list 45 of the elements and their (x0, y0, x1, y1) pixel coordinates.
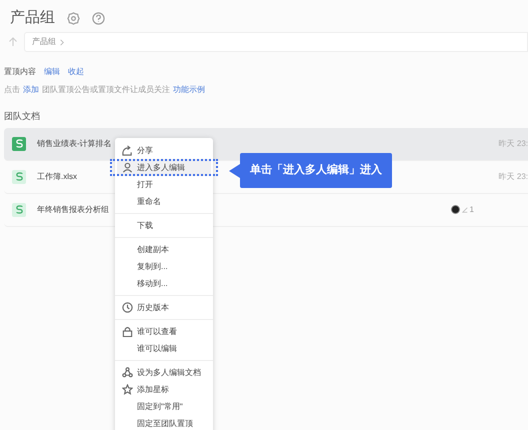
user-icon (122, 162, 133, 173)
file-name: 工作簿.xlsx (37, 170, 77, 182)
menu-item[interactable]: 谁可以编辑 (117, 340, 211, 357)
lock-icon (122, 326, 133, 337)
spreadsheet-icon (12, 170, 26, 184)
menu-item[interactable]: 重命名 (117, 193, 211, 210)
menu-item[interactable]: 设为多人编辑文档 (117, 364, 211, 381)
share-icon (122, 145, 133, 156)
file-name: 年终销售报表分析组 (37, 204, 109, 216)
action-link[interactable]: 编辑 (44, 66, 60, 78)
editor-count: 1 (470, 204, 474, 216)
menu-item[interactable]: 谁可以查看 (117, 323, 211, 340)
star-icon (122, 384, 133, 395)
action-link[interactable]: 收起 (68, 66, 84, 78)
breadcrumb-link[interactable]: 产品组 (32, 36, 56, 48)
callout-text: 单击「进入多人编辑」进入 (250, 162, 382, 178)
menu-item[interactable]: 移动到... (117, 275, 211, 292)
menu-item[interactable]: 打开 (117, 176, 211, 193)
modified-time: 昨天 23: (498, 138, 528, 150)
page-title: 产品组 (10, 8, 55, 28)
menu-item[interactable]: 固定至团队置顶 (117, 415, 211, 430)
menu-item[interactable]: 复制到... (117, 258, 211, 275)
section-title: 团队文档 (3, 110, 41, 123)
clock-icon (122, 302, 133, 313)
demo-link[interactable]: 功能示例 (173, 84, 205, 96)
spreadsheet-icon (12, 136, 26, 150)
help-icon[interactable] (92, 12, 105, 24)
edit-icon (462, 206, 468, 212)
avatar (450, 205, 460, 214)
hint-text: 点击 (4, 84, 20, 96)
up-arrow-icon[interactable] (8, 37, 18, 47)
chevron-icon (60, 38, 64, 46)
add-link[interactable]: 添加 (23, 84, 39, 96)
spreadsheet-icon (12, 202, 26, 216)
hint-text: 团队置顶公告或置顶文件让成员关注 (42, 84, 170, 96)
modified-time: 昨天 23: (498, 170, 528, 182)
menu-item[interactable]: 分享 (117, 142, 211, 159)
menu-item[interactable]: 固定到"常用" (117, 398, 211, 415)
section-title: 置顶内容 (4, 66, 36, 78)
menu-item[interactable]: 历史版本 (117, 299, 211, 316)
people-icon (122, 367, 133, 378)
menu-item[interactable]: 添加星标 (117, 381, 211, 398)
menu-item[interactable]: 创建副本 (117, 241, 211, 258)
settings-icon[interactable] (67, 12, 80, 24)
file-name: 销售业绩表-计算排名 (37, 138, 112, 150)
